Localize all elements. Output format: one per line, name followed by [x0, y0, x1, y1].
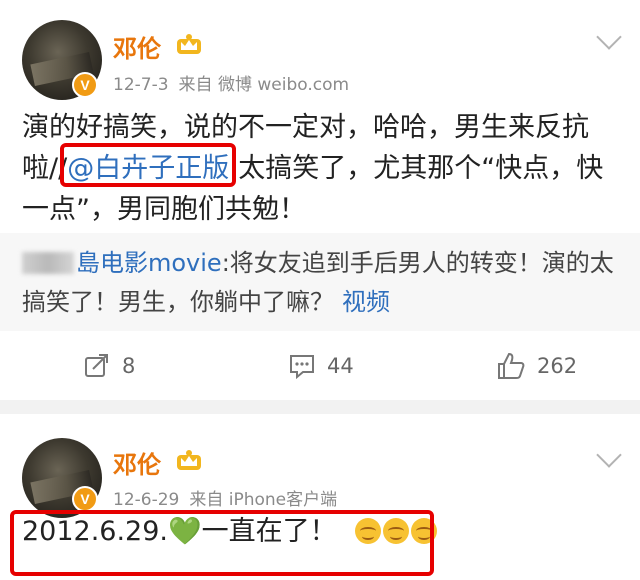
highlight-box [10, 510, 434, 576]
post-source: 来自 微博 weibo.com [178, 75, 350, 95]
like-count: 262 [537, 354, 578, 378]
comment-button[interactable]: 44 [289, 349, 354, 383]
weibo-post-1: V 邓伦 12-7-3 来自 微博 weibo.com 演的好搞笑，说的不一定对，… [0, 0, 640, 400]
verified-badge-icon: V [72, 486, 98, 512]
username[interactable]: 邓伦 [113, 29, 161, 64]
post-meta: 12-6-29 来自 iPhone客户端 [113, 485, 347, 510]
blurred-username [22, 252, 74, 274]
repost-text: 島电影movie:将女友追到手后男人的转变！演的太搞笑了！男生，你躺中了嘛？ 视频 [22, 244, 622, 322]
post-date: 12-6-29 [113, 490, 180, 510]
highlight-box [60, 143, 236, 187]
post-date: 12-7-3 [113, 75, 169, 95]
repost-button[interactable]: 8 [84, 349, 135, 383]
crown-icon [177, 34, 201, 54]
thumbs-up-icon [498, 352, 525, 379]
video-link[interactable]: 视频 [342, 288, 390, 316]
repost-author[interactable]: 島电影movie [76, 249, 222, 277]
username[interactable]: 邓伦 [113, 445, 161, 480]
action-bar: 8 44 262 [0, 343, 640, 389]
comment-count: 44 [327, 354, 354, 378]
share-icon [85, 354, 108, 377]
reposted-weibo[interactable]: 島电影movie:将女友追到手后男人的转变！演的太搞笑了！男生，你躺中了嘛？ 视频 [0, 233, 640, 331]
post-meta: 12-7-3 来自 微博 weibo.com [113, 70, 359, 95]
like-button[interactable]: 262 [497, 349, 577, 383]
crown-icon [177, 450, 201, 470]
post-source: 来自 iPhone客户端 [189, 490, 338, 510]
chevron-down-icon[interactable] [596, 24, 622, 50]
repost-count: 8 [122, 354, 136, 378]
comment-icon [290, 355, 314, 379]
verified-badge-icon: V [72, 72, 98, 98]
